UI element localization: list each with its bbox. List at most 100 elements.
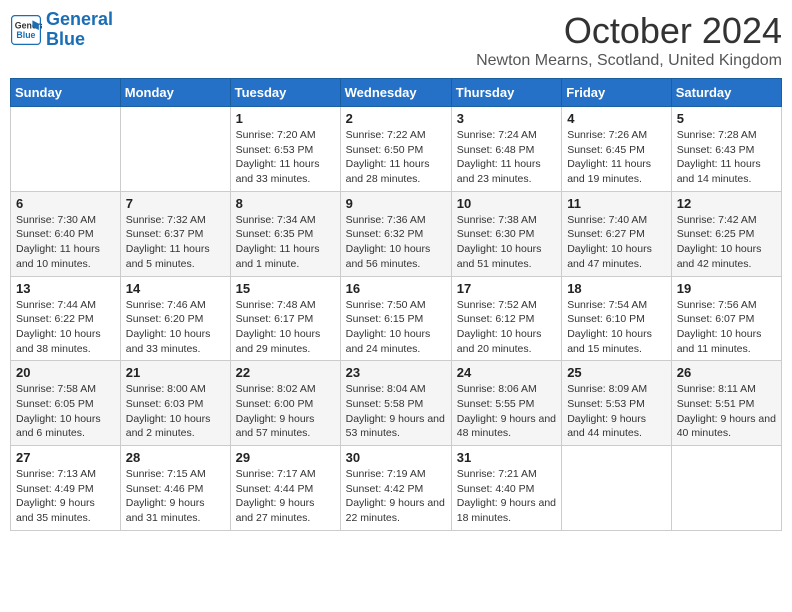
day-info: Sunrise: 7:56 AM Sunset: 6:07 PM Dayligh… xyxy=(677,298,776,357)
day-number: 22 xyxy=(236,365,335,380)
day-info: Sunrise: 7:13 AM Sunset: 4:49 PM Dayligh… xyxy=(16,467,115,526)
header-cell-tuesday: Tuesday xyxy=(230,79,340,107)
day-number: 1 xyxy=(236,111,335,126)
month-title: October 2024 xyxy=(476,10,782,52)
day-cell: 17 Sunrise: 7:52 AM Sunset: 6:12 PM Dayli… xyxy=(451,276,561,361)
day-info: Sunrise: 7:34 AM Sunset: 6:35 PM Dayligh… xyxy=(236,213,335,272)
header-row: SundayMondayTuesdayWednesdayThursdayFrid… xyxy=(11,79,782,107)
day-number: 23 xyxy=(346,365,446,380)
day-cell: 7 Sunrise: 7:32 AM Sunset: 6:37 PM Daylig… xyxy=(120,191,230,276)
day-cell: 10 Sunrise: 7:38 AM Sunset: 6:30 PM Dayli… xyxy=(451,191,561,276)
header-cell-thursday: Thursday xyxy=(451,79,561,107)
day-number: 12 xyxy=(677,196,776,211)
header-cell-friday: Friday xyxy=(562,79,672,107)
day-cell: 30Sunrise: 7:19 AM Sunset: 4:42 PM Dayli… xyxy=(340,446,451,531)
day-cell: 2Sunrise: 7:22 AM Sunset: 6:50 PM Daylig… xyxy=(340,107,451,192)
day-info: Sunrise: 7:36 AM Sunset: 6:32 PM Dayligh… xyxy=(346,213,446,272)
day-info: Sunrise: 7:52 AM Sunset: 6:12 PM Dayligh… xyxy=(457,298,556,357)
day-number: 2 xyxy=(346,111,446,126)
day-info: Sunrise: 7:24 AM Sunset: 6:48 PM Dayligh… xyxy=(457,128,556,187)
header: General Blue General Blue October 2024 N… xyxy=(10,10,782,70)
day-cell: 9 Sunrise: 7:36 AM Sunset: 6:32 PM Daylig… xyxy=(340,191,451,276)
day-info: Sunrise: 7:17 AM Sunset: 4:44 PM Dayligh… xyxy=(236,467,335,526)
day-number: 31 xyxy=(457,450,556,465)
day-number: 24 xyxy=(457,365,556,380)
svg-text:Blue: Blue xyxy=(16,30,35,40)
day-number: 4 xyxy=(567,111,666,126)
location-title: Newton Mearns, Scotland, United Kingdom xyxy=(476,52,782,70)
day-number: 27 xyxy=(16,450,115,465)
day-cell: 1 Sunrise: 7:20 AM Sunset: 6:53 PM Daylig… xyxy=(230,107,340,192)
day-cell: 21Sunrise: 8:00 AM Sunset: 6:03 PM Dayli… xyxy=(120,361,230,446)
day-cell: 8 Sunrise: 7:34 AM Sunset: 6:35 PM Daylig… xyxy=(230,191,340,276)
title-block: October 2024 Newton Mearns, Scotland, Un… xyxy=(476,10,782,70)
day-info: Sunrise: 8:02 AM Sunset: 6:00 PM Dayligh… xyxy=(236,382,335,441)
day-cell: 26Sunrise: 8:11 AM Sunset: 5:51 PM Dayli… xyxy=(671,361,781,446)
day-cell: 12 Sunrise: 7:42 AM Sunset: 6:25 PM Dayli… xyxy=(671,191,781,276)
logo: General Blue General Blue xyxy=(10,10,113,50)
day-number: 8 xyxy=(236,196,335,211)
day-cell: 23 Sunrise: 8:04 AM Sunset: 5:58 PM Dayli… xyxy=(340,361,451,446)
day-cell: 11 Sunrise: 7:40 AM Sunset: 6:27 PM Dayli… xyxy=(562,191,672,276)
day-cell: 5Sunrise: 7:28 AM Sunset: 6:43 PM Daylig… xyxy=(671,107,781,192)
day-cell: 4Sunrise: 7:26 AM Sunset: 6:45 PM Daylig… xyxy=(562,107,672,192)
day-number: 18 xyxy=(567,281,666,296)
day-cell xyxy=(671,446,781,531)
day-number: 17 xyxy=(457,281,556,296)
header-cell-monday: Monday xyxy=(120,79,230,107)
day-info: Sunrise: 7:20 AM Sunset: 6:53 PM Dayligh… xyxy=(236,128,335,187)
day-number: 3 xyxy=(457,111,556,126)
day-cell: 24 Sunrise: 8:06 AM Sunset: 5:55 PM Dayli… xyxy=(451,361,561,446)
day-info: Sunrise: 8:00 AM Sunset: 6:03 PM Dayligh… xyxy=(126,382,225,441)
day-cell: 15 Sunrise: 7:48 AM Sunset: 6:17 PM Dayli… xyxy=(230,276,340,361)
day-cell: 6Sunrise: 7:30 AM Sunset: 6:40 PM Daylig… xyxy=(11,191,121,276)
day-number: 11 xyxy=(567,196,666,211)
week-row-3: 13Sunrise: 7:44 AM Sunset: 6:22 PM Dayli… xyxy=(11,276,782,361)
day-cell: 18 Sunrise: 7:54 AM Sunset: 6:10 PM Dayli… xyxy=(562,276,672,361)
day-info: Sunrise: 7:30 AM Sunset: 6:40 PM Dayligh… xyxy=(16,213,115,272)
day-cell xyxy=(11,107,121,192)
day-number: 19 xyxy=(677,281,776,296)
day-info: Sunrise: 7:28 AM Sunset: 6:43 PM Dayligh… xyxy=(677,128,776,187)
day-info: Sunrise: 8:04 AM Sunset: 5:58 PM Dayligh… xyxy=(346,382,446,441)
day-number: 7 xyxy=(126,196,225,211)
day-number: 25 xyxy=(567,365,666,380)
calendar-container: General Blue General Blue October 2024 N… xyxy=(10,10,782,531)
day-info: Sunrise: 7:19 AM Sunset: 4:42 PM Dayligh… xyxy=(346,467,446,526)
day-cell: 31Sunrise: 7:21 AM Sunset: 4:40 PM Dayli… xyxy=(451,446,561,531)
day-number: 28 xyxy=(126,450,225,465)
day-info: Sunrise: 7:42 AM Sunset: 6:25 PM Dayligh… xyxy=(677,213,776,272)
day-number: 16 xyxy=(346,281,446,296)
week-row-5: 27 Sunrise: 7:13 AM Sunset: 4:49 PM Dayli… xyxy=(11,446,782,531)
day-cell xyxy=(562,446,672,531)
day-number: 13 xyxy=(16,281,115,296)
day-info: Sunrise: 7:50 AM Sunset: 6:15 PM Dayligh… xyxy=(346,298,446,357)
day-cell: 14Sunrise: 7:46 AM Sunset: 6:20 PM Dayli… xyxy=(120,276,230,361)
day-info: Sunrise: 7:40 AM Sunset: 6:27 PM Dayligh… xyxy=(567,213,666,272)
day-number: 9 xyxy=(346,196,446,211)
header-cell-saturday: Saturday xyxy=(671,79,781,107)
day-number: 20 xyxy=(16,365,115,380)
day-info: Sunrise: 7:48 AM Sunset: 6:17 PM Dayligh… xyxy=(236,298,335,357)
day-number: 26 xyxy=(677,365,776,380)
day-info: Sunrise: 7:32 AM Sunset: 6:37 PM Dayligh… xyxy=(126,213,225,272)
day-info: Sunrise: 7:38 AM Sunset: 6:30 PM Dayligh… xyxy=(457,213,556,272)
day-cell: 19 Sunrise: 7:56 AM Sunset: 6:07 PM Dayli… xyxy=(671,276,781,361)
day-cell: 27 Sunrise: 7:13 AM Sunset: 4:49 PM Dayli… xyxy=(11,446,121,531)
header-cell-sunday: Sunday xyxy=(11,79,121,107)
day-info: Sunrise: 8:06 AM Sunset: 5:55 PM Dayligh… xyxy=(457,382,556,441)
day-cell: 16 Sunrise: 7:50 AM Sunset: 6:15 PM Dayli… xyxy=(340,276,451,361)
day-cell xyxy=(120,107,230,192)
day-number: 10 xyxy=(457,196,556,211)
day-number: 15 xyxy=(236,281,335,296)
logo-text-line2: Blue xyxy=(46,30,113,50)
week-row-1: 1 Sunrise: 7:20 AM Sunset: 6:53 PM Daylig… xyxy=(11,107,782,192)
day-info: Sunrise: 7:15 AM Sunset: 4:46 PM Dayligh… xyxy=(126,467,225,526)
day-info: Sunrise: 7:54 AM Sunset: 6:10 PM Dayligh… xyxy=(567,298,666,357)
day-info: Sunrise: 8:09 AM Sunset: 5:53 PM Dayligh… xyxy=(567,382,666,441)
day-number: 14 xyxy=(126,281,225,296)
day-number: 29 xyxy=(236,450,335,465)
day-cell: 3 Sunrise: 7:24 AM Sunset: 6:48 PM Daylig… xyxy=(451,107,561,192)
day-cell: 28 Sunrise: 7:15 AM Sunset: 4:46 PM Dayli… xyxy=(120,446,230,531)
logo-icon: General Blue xyxy=(10,14,42,46)
